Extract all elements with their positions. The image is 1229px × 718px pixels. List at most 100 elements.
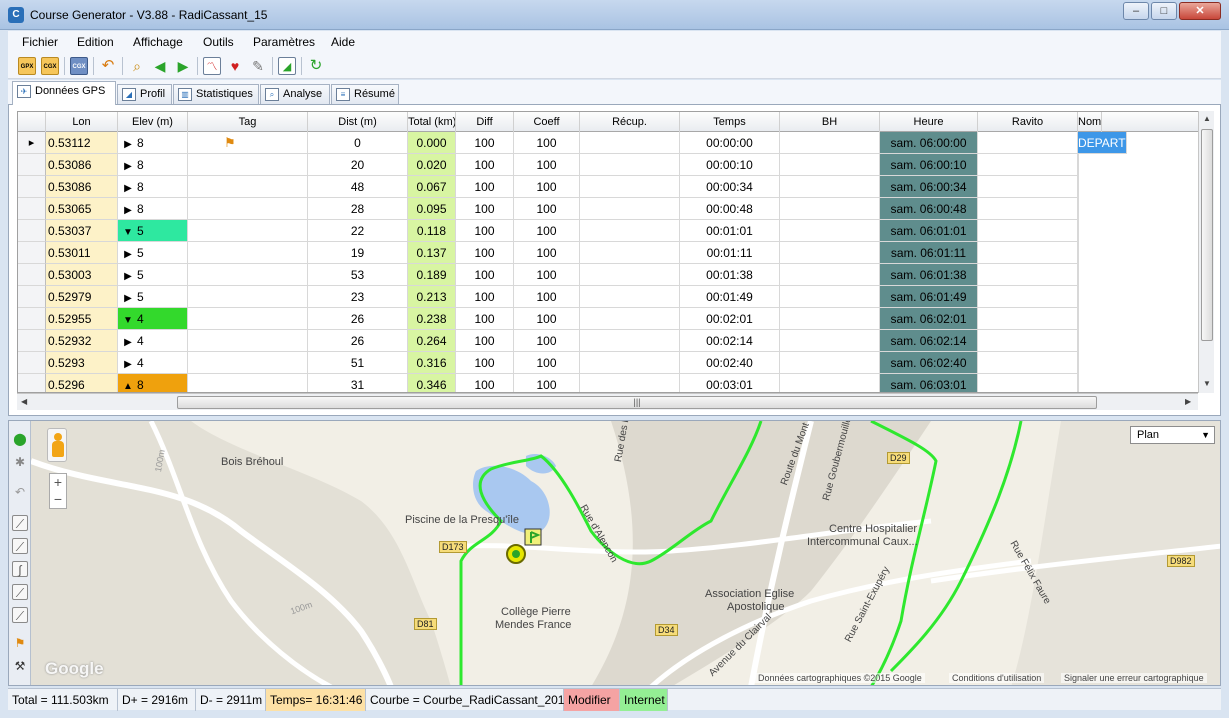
- tab-donnees-gps[interactable]: ✈ Données GPS: [12, 81, 116, 105]
- table-row[interactable]: ▸ 0.53112 ▶ 8 ⚑ 0 0.000 100 100 00:00:00 sam. 06:0…: [18, 132, 1212, 154]
- cell-lon[interactable]: 0.52932: [46, 330, 118, 352]
- cell-bh[interactable]: [780, 352, 880, 374]
- cell-nom[interactable]: [1078, 220, 1079, 242]
- cell-tag[interactable]: [188, 308, 308, 330]
- cell-temps[interactable]: 00:02:14: [680, 330, 780, 352]
- cell-dist[interactable]: 31: [308, 374, 408, 392]
- maximize-button[interactable]: □: [1151, 2, 1177, 20]
- table-row[interactable]: 0.52932 ▶ 4 26 0.264 100 100 00:02:14 sam. 06:02…: [18, 330, 1212, 352]
- cell-temps[interactable]: 00:01:49: [680, 286, 780, 308]
- cell-lon[interactable]: 0.5296: [46, 374, 118, 392]
- column-header[interactable]: Temps: [680, 112, 780, 132]
- cell-diff[interactable]: 100: [456, 242, 514, 264]
- cell-tag[interactable]: [188, 242, 308, 264]
- table-row[interactable]: 0.5296 ▲ 8 31 0.346 100 100 00:03:01 sam. 06:03:…: [18, 374, 1212, 392]
- row-header[interactable]: [18, 264, 46, 286]
- horizontal-scroll-thumb[interactable]: |||: [177, 396, 1097, 409]
- cell-lon[interactable]: 0.52955: [46, 308, 118, 330]
- cell-nom[interactable]: [1078, 264, 1079, 286]
- cell-ravito[interactable]: [978, 198, 1078, 220]
- cell-ravito[interactable]: [978, 330, 1078, 352]
- cell-temps[interactable]: 00:01:11: [680, 242, 780, 264]
- column-header[interactable]: Tag: [188, 112, 308, 132]
- cell-bh[interactable]: [780, 330, 880, 352]
- cell-nom[interactable]: [1078, 198, 1079, 220]
- map-type-select[interactable]: Plan ▼: [1130, 426, 1215, 444]
- cell-temps[interactable]: 00:02:01: [680, 308, 780, 330]
- column-header[interactable]: BH: [780, 112, 880, 132]
- cell-recup[interactable]: [580, 132, 680, 154]
- cell-diff[interactable]: 100: [456, 308, 514, 330]
- column-header[interactable]: Diff: [456, 112, 514, 132]
- wrench-icon[interactable]: ✎: [249, 57, 267, 75]
- cell-diff[interactable]: 100: [456, 132, 514, 154]
- cell-dist[interactable]: 26: [308, 330, 408, 352]
- cell-total[interactable]: 0.346: [408, 374, 456, 392]
- column-header[interactable]: Coeff: [514, 112, 580, 132]
- cell-bh[interactable]: [780, 198, 880, 220]
- cell-dist[interactable]: 0: [308, 132, 408, 154]
- scroll-down-icon[interactable]: ▼: [1203, 379, 1211, 388]
- cell-ravito[interactable]: [978, 374, 1078, 392]
- cell-lon[interactable]: 0.52979: [46, 286, 118, 308]
- cell-ravito[interactable]: [978, 132, 1078, 154]
- column-header[interactable]: Elev (m): [118, 112, 188, 132]
- cell-coeff[interactable]: 100: [514, 330, 580, 352]
- cell-total[interactable]: 0.264: [408, 330, 456, 352]
- cell-coeff[interactable]: 100: [514, 176, 580, 198]
- cell-temps[interactable]: 00:03:01: [680, 374, 780, 392]
- cell-elev[interactable]: ▶ 8: [118, 198, 188, 220]
- cell-coeff[interactable]: 100: [514, 242, 580, 264]
- cell-total[interactable]: 0.238: [408, 308, 456, 330]
- cell-diff[interactable]: 100: [456, 220, 514, 242]
- cell-nom[interactable]: [1078, 352, 1079, 374]
- cell-tag[interactable]: [188, 198, 308, 220]
- cell-ravito[interactable]: [978, 264, 1078, 286]
- cell-dist[interactable]: 48: [308, 176, 408, 198]
- cell-temps[interactable]: 00:00:00: [680, 132, 780, 154]
- cell-elev[interactable]: ▶ 5: [118, 286, 188, 308]
- cell-elev[interactable]: ▶ 8: [118, 176, 188, 198]
- tab-analyse[interactable]: ⌕ Analyse: [260, 84, 330, 104]
- table-row[interactable]: 0.53011 ▶ 5 19 0.137 100 100 00:01:11 sam. 06:01…: [18, 242, 1212, 264]
- cell-dist[interactable]: 53: [308, 264, 408, 286]
- cell-elev[interactable]: ▶ 8: [118, 132, 188, 154]
- cell-diff[interactable]: 100: [456, 154, 514, 176]
- cell-lon[interactable]: 0.53037: [46, 220, 118, 242]
- cell-temps[interactable]: 00:00:34: [680, 176, 780, 198]
- cell-recup[interactable]: [580, 286, 680, 308]
- cell-heure[interactable]: sam. 06:00:34: [880, 176, 978, 198]
- row-header[interactable]: ▸: [18, 132, 46, 154]
- search-icon[interactable]: ⌕: [128, 57, 146, 75]
- table-row[interactable]: 0.53086 ▶ 8 20 0.020 100 100 00:00:10 sam. 06:00…: [18, 154, 1212, 176]
- table-row[interactable]: 0.52955 ▼ 4 26 0.238 100 100 00:02:01 sam. 06:02…: [18, 308, 1212, 330]
- map-canvas[interactable]: + − Plan ▼ Bois Bréhoul Piscine de la Pre…: [31, 421, 1220, 685]
- table-row[interactable]: 0.53037 ▼ 5 22 0.118 100 100 00:01:01 sam. 06:01…: [18, 220, 1212, 242]
- cell-nom[interactable]: [1078, 374, 1079, 392]
- cell-total[interactable]: 0.213: [408, 286, 456, 308]
- cell-ravito[interactable]: [978, 176, 1078, 198]
- cell-heure[interactable]: sam. 06:03:01: [880, 374, 978, 392]
- scroll-right-icon[interactable]: ▶: [1185, 397, 1191, 406]
- scroll-left-icon[interactable]: ◀: [21, 397, 27, 406]
- line-tool-4-icon[interactable]: ⟋: [12, 607, 28, 623]
- cell-temps[interactable]: 00:02:40: [680, 352, 780, 374]
- cell-elev[interactable]: ▶ 4: [118, 352, 188, 374]
- open-cgx-button[interactable]: CGX: [41, 57, 59, 75]
- cell-nom[interactable]: [1078, 242, 1079, 264]
- cell-total[interactable]: 0.137: [408, 242, 456, 264]
- arrow-left-icon[interactable]: ◀: [151, 57, 169, 75]
- cell-heure[interactable]: sam. 06:00:00: [880, 132, 978, 154]
- cell-ravito[interactable]: [978, 220, 1078, 242]
- cell-lon[interactable]: 0.53086: [46, 154, 118, 176]
- cell-tag[interactable]: [188, 330, 308, 352]
- column-header[interactable]: Récup.: [580, 112, 680, 132]
- chart-icon[interactable]: 〽: [203, 57, 221, 75]
- cell-bh[interactable]: [780, 220, 880, 242]
- menu-aide[interactable]: Aide: [331, 35, 355, 49]
- curve-tool-icon[interactable]: ∫: [12, 561, 28, 577]
- profile-chart-icon[interactable]: ◢: [278, 57, 296, 75]
- cell-coeff[interactable]: 100: [514, 154, 580, 176]
- cell-bh[interactable]: [780, 374, 880, 392]
- cell-recup[interactable]: [580, 352, 680, 374]
